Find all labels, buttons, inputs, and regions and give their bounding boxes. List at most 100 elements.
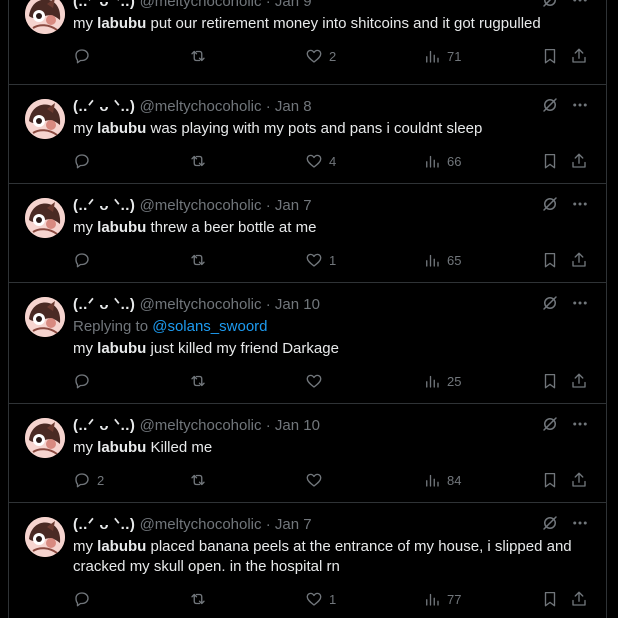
reply-button[interactable] — [73, 250, 91, 270]
share-button[interactable] — [570, 151, 588, 171]
tweet[interactable]: (..ᐟ ᴗ ᐠ..) @meltychocoholic · Jan 7 my … — [9, 184, 607, 283]
avatar[interactable] — [25, 418, 65, 458]
bookmark-button[interactable] — [541, 589, 559, 609]
tweet-date[interactable]: Jan 10 — [275, 417, 320, 434]
grok-icon[interactable] — [541, 0, 559, 14]
tweet[interactable]: (..ᐟ ᴗ ᐠ..) @meltychocoholic · Jan 8 my … — [9, 85, 607, 184]
reply-button[interactable] — [73, 371, 91, 391]
like-count: 1 — [329, 252, 337, 268]
heart-icon — [306, 253, 322, 267]
reply-button[interactable] — [73, 46, 91, 66]
grok-icon[interactable] — [541, 415, 559, 438]
tweet-text: my labubu Killed me — [73, 439, 213, 456]
views-button[interactable]: 66 — [423, 151, 461, 171]
display-name[interactable]: (..ᐟ ᴗ ᐠ..) — [73, 516, 135, 533]
repost-icon — [191, 254, 205, 266]
views-button[interactable]: 84 — [423, 470, 461, 490]
more-icon[interactable] — [571, 415, 589, 438]
share-button[interactable] — [570, 589, 588, 609]
views-button[interactable]: 71 — [423, 46, 461, 66]
grok-icon[interactable] — [541, 514, 559, 537]
repost-button[interactable] — [189, 470, 207, 490]
tweet[interactable]: (..ᐟ ᴗ ᐠ..) @meltychocoholic · Jan 7 my … — [9, 503, 607, 618]
like-button[interactable]: 4 — [305, 151, 336, 171]
grok-icon[interactable] — [541, 96, 559, 119]
display-name[interactable]: (..ᐟ ᴗ ᐠ..) — [73, 296, 135, 313]
tweet[interactable]: (..ᐟ ᴗ ᐠ..) @meltychocoholic · Jan 10 my… — [9, 404, 607, 503]
like-button[interactable]: 1 — [305, 250, 336, 270]
more-icon[interactable] — [571, 96, 589, 119]
reply-icon — [75, 253, 89, 268]
reply-icon — [75, 374, 89, 389]
share-button[interactable] — [570, 470, 588, 490]
like-button[interactable]: 1 — [305, 589, 336, 609]
heart-icon — [306, 592, 322, 606]
repost-button[interactable] — [189, 46, 207, 66]
avatar[interactable] — [25, 198, 65, 238]
like-count: 4 — [329, 153, 337, 169]
user-handle[interactable]: @meltychocoholic — [140, 197, 262, 214]
display-name[interactable]: (..ᐟ ᴗ ᐠ..) — [73, 0, 135, 10]
display-name[interactable]: (..ᐟ ᴗ ᐠ..) — [73, 197, 135, 214]
reply-count: 2 — [97, 472, 105, 488]
tweet-top-actions — [541, 295, 589, 315]
grok-icon[interactable] — [541, 294, 559, 317]
repost-button[interactable] — [189, 151, 207, 171]
tweet-date[interactable]: Jan 9 — [275, 0, 312, 10]
views-button[interactable]: 77 — [423, 589, 461, 609]
avatar[interactable] — [25, 297, 65, 337]
reply-button[interactable] — [73, 589, 91, 609]
share-button[interactable] — [570, 46, 588, 66]
avatar-image — [25, 418, 65, 458]
repost-icon — [191, 375, 205, 387]
like-button[interactable] — [305, 470, 323, 490]
more-icon[interactable] — [571, 514, 589, 537]
reply-button[interactable]: 2 — [73, 470, 104, 490]
bookmark-button[interactable] — [541, 46, 559, 66]
more-icon[interactable] — [571, 0, 589, 14]
bookmark-button[interactable] — [541, 250, 559, 270]
views-button[interactable]: 65 — [423, 250, 461, 270]
bookmark-button[interactable] — [541, 470, 559, 490]
more-icon[interactable] — [571, 195, 589, 218]
avatar[interactable] — [25, 0, 65, 34]
tweet-date[interactable]: Jan 7 — [275, 197, 312, 214]
more-icon[interactable] — [571, 294, 589, 317]
user-handle[interactable]: @meltychocoholic — [140, 98, 262, 115]
views-icon — [426, 474, 439, 487]
views-button[interactable]: 25 — [423, 371, 461, 391]
grok-icon[interactable] — [541, 195, 559, 218]
tweet-date[interactable]: Jan 10 — [275, 296, 320, 313]
like-button[interactable]: 2 — [305, 46, 336, 66]
tweet-date[interactable]: Jan 7 — [275, 516, 312, 533]
avatar-image — [25, 99, 65, 139]
tweet-date[interactable]: Jan 8 — [275, 98, 312, 115]
user-handle[interactable]: @meltychocoholic — [140, 296, 262, 313]
tweet[interactable]: (..ᐟ ᴗ ᐠ..) @meltychocoholic · Jan 9 my … — [9, 0, 607, 85]
user-handle[interactable]: @meltychocoholic — [140, 516, 262, 533]
user-handle[interactable]: @meltychocoholic — [140, 417, 262, 434]
like-count: 1 — [329, 591, 337, 607]
user-handle[interactable]: @meltychocoholic — [140, 0, 262, 10]
display-name[interactable]: (..ᐟ ᴗ ᐠ..) — [73, 417, 135, 434]
avatar[interactable] — [25, 517, 65, 557]
share-button[interactable] — [570, 250, 588, 270]
tweet[interactable]: (..ᐟ ᴗ ᐠ..) @meltychocoholic · Jan 10 Re… — [9, 283, 607, 404]
repost-button[interactable] — [189, 589, 207, 609]
repost-button[interactable] — [189, 371, 207, 391]
like-button[interactable] — [305, 371, 323, 391]
reply-button[interactable] — [73, 151, 91, 171]
bookmark-button[interactable] — [541, 151, 559, 171]
share-icon — [572, 48, 586, 63]
bookmark-button[interactable] — [541, 371, 559, 391]
repost-button[interactable] — [189, 250, 207, 270]
replying-to: Replying to @solans_swoord — [73, 317, 268, 337]
avatar-image — [25, 297, 65, 337]
mention-link[interactable]: @solans_swoord — [152, 318, 267, 335]
reply-icon — [75, 49, 89, 64]
display-name[interactable]: (..ᐟ ᴗ ᐠ..) — [73, 98, 135, 115]
share-button[interactable] — [570, 371, 588, 391]
avatar[interactable] — [25, 99, 65, 139]
tweet-header: (..ᐟ ᴗ ᐠ..) @meltychocoholic · Jan 9 — [73, 0, 312, 12]
tweet-header: (..ᐟ ᴗ ᐠ..) @meltychocoholic · Jan 7 — [73, 515, 312, 535]
